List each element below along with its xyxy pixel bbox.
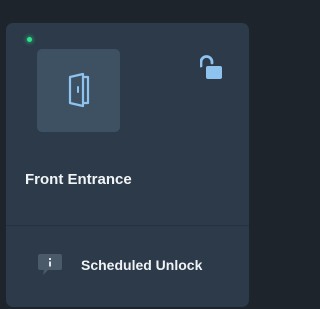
scheduled-unlock-row[interactable]: Scheduled Unlock [37, 253, 202, 277]
info-message-icon [38, 254, 62, 275]
device-card[interactable]: Front Entrance Scheduled Unlock [6, 23, 249, 307]
door-icon [68, 72, 90, 108]
footer-label: Scheduled Unlock [81, 257, 203, 273]
unlocked-padlock-icon[interactable] [200, 54, 224, 80]
card-divider [6, 225, 249, 226]
online-status-indicator [27, 37, 32, 42]
device-name: Front Entrance [25, 171, 132, 188]
device-icon-tile [37, 49, 120, 132]
